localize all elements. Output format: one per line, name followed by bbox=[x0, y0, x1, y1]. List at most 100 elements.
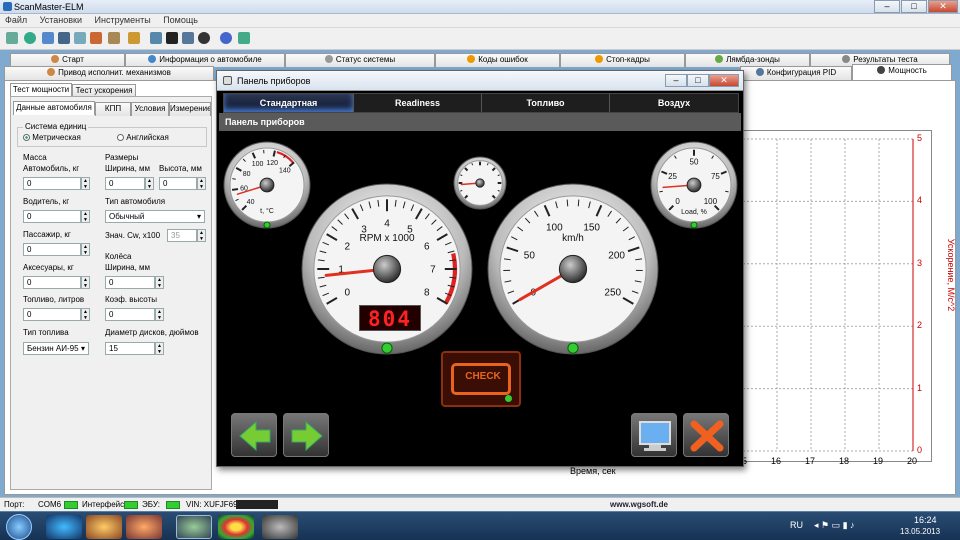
globe-icon[interactable] bbox=[24, 32, 36, 44]
rim-diameter-input[interactable]: 15 bbox=[105, 342, 155, 355]
menu-settings[interactable]: Установки bbox=[35, 14, 87, 26]
gauge-unit-label: Load, % bbox=[681, 209, 707, 216]
gauge-window-icon bbox=[223, 76, 232, 85]
image-icon[interactable] bbox=[182, 32, 194, 44]
record-icon[interactable] bbox=[198, 32, 210, 44]
start-orb-icon[interactable] bbox=[6, 514, 32, 540]
arrow-right-icon bbox=[291, 420, 323, 452]
height-coef-spinner[interactable]: ▲ ▼ bbox=[155, 308, 164, 321]
tab-start[interactable]: Старт bbox=[10, 53, 125, 67]
tab-accel-test[interactable]: Тест ускорения bbox=[72, 84, 136, 96]
accessories-mass-spinner[interactable]: ▲ ▼ bbox=[81, 276, 90, 289]
dash-close-button[interactable]: ✕ bbox=[709, 74, 739, 87]
cw-spinner[interactable]: ▲ ▼ bbox=[197, 229, 206, 242]
media-player-icon[interactable] bbox=[86, 515, 122, 539]
car-type-select[interactable]: Обычный bbox=[105, 210, 205, 223]
dashboard-icon[interactable] bbox=[42, 32, 54, 44]
car-mass-input[interactable]: 0 bbox=[23, 177, 81, 190]
tab-lambda-sensors[interactable]: Лямбда-зонды bbox=[685, 53, 810, 67]
car-mass-spinner[interactable]: ▲ ▼ bbox=[81, 177, 90, 190]
dash-tab-readiness[interactable]: Readiness bbox=[354, 94, 482, 112]
tab-vehicle-info[interactable]: Информация о автомобиле bbox=[125, 53, 285, 67]
subtab-gearbox[interactable]: КПП bbox=[95, 102, 131, 116]
table-icon[interactable] bbox=[58, 32, 70, 44]
gauge-tick-label: 50 bbox=[690, 158, 699, 167]
minimize-button[interactable]: – bbox=[874, 0, 900, 13]
height-coef-input[interactable]: 0 bbox=[105, 308, 155, 321]
dash-tab-fuel[interactable]: Топливо bbox=[482, 94, 610, 112]
passenger-mass-input[interactable]: 0 bbox=[23, 243, 81, 256]
toolbar bbox=[0, 28, 960, 50]
wheel-width-input[interactable]: 0 bbox=[105, 276, 155, 289]
width-input[interactable]: 0 bbox=[105, 177, 145, 190]
menu-bar: Файл Установки Инструменты Помощь bbox=[0, 14, 960, 28]
connect-icon[interactable] bbox=[6, 32, 18, 44]
dash-tab-air[interactable]: Воздух bbox=[610, 94, 738, 112]
close-button[interactable]: ✕ bbox=[928, 0, 958, 13]
chart-icon[interactable] bbox=[90, 32, 102, 44]
internet-explorer-icon[interactable] bbox=[46, 515, 82, 539]
tab-pid-config[interactable]: Конфигурация PID bbox=[740, 66, 852, 80]
dash-maximize-button[interactable]: □ bbox=[687, 74, 709, 87]
wheel-width-spinner[interactable]: ▲ ▼ bbox=[155, 276, 164, 289]
subtab-conditions[interactable]: Условия bbox=[131, 102, 169, 116]
driver-mass-spinner[interactable]: ▲ ▼ bbox=[81, 210, 90, 223]
chrome-icon[interactable] bbox=[218, 515, 254, 539]
subtab-vehicle-data[interactable]: Данные автомобиля bbox=[13, 101, 95, 115]
fuel-volume-input[interactable]: 0 bbox=[23, 308, 81, 321]
folder-icon[interactable] bbox=[126, 515, 162, 539]
actuator-icon bbox=[47, 68, 56, 76]
tab-power-test[interactable]: Тест мощности bbox=[10, 83, 72, 96]
tab-power[interactable]: Мощность bbox=[852, 64, 952, 80]
rim-diameter-spinner[interactable]: ▲ ▼ bbox=[155, 342, 164, 355]
menu-file[interactable]: Файл bbox=[0, 14, 32, 26]
rpm-digital-display: 804 bbox=[359, 305, 421, 331]
maximize-button[interactable]: □ bbox=[901, 0, 927, 13]
info-icon[interactable] bbox=[220, 32, 232, 44]
scanmaster-taskbar-icon[interactable] bbox=[176, 515, 212, 539]
accessories-mass-input[interactable]: 0 bbox=[23, 276, 81, 289]
accessories-mass-label: Аксесуары, кг bbox=[23, 263, 74, 272]
fuel-volume-spinner[interactable]: ▲ ▼ bbox=[81, 308, 90, 321]
cw-input[interactable]: 35 bbox=[167, 229, 197, 242]
forward-button[interactable] bbox=[283, 413, 329, 457]
metric-radio[interactable]: Метрическая bbox=[23, 133, 81, 142]
tab-freeze-frames[interactable]: Стоп-кадры bbox=[560, 53, 685, 67]
width-spinner[interactable]: ▲ ▼ bbox=[145, 177, 154, 190]
tray-icons[interactable]: ◂ ⚑ ▭ ▮ ♪ bbox=[814, 520, 855, 531]
menu-tools[interactable]: Инструменты bbox=[90, 14, 156, 26]
exit-button[interactable] bbox=[683, 413, 729, 457]
sensor-icon bbox=[715, 55, 724, 63]
dash-minimize-button[interactable]: – bbox=[665, 74, 687, 87]
check-label: CHECK bbox=[465, 371, 501, 382]
website-link[interactable]: www.wgsoft.de bbox=[610, 500, 668, 509]
grid-icon[interactable] bbox=[74, 32, 86, 44]
language-indicator[interactable]: RU bbox=[790, 520, 803, 530]
terminal-icon[interactable] bbox=[166, 32, 178, 44]
fuel-type-select[interactable]: Бензин АИ-95 bbox=[23, 342, 89, 355]
height-spinner[interactable]: ▲ ▼ bbox=[197, 177, 206, 190]
gauge-tick-label: 80 bbox=[243, 171, 251, 178]
back-button[interactable] bbox=[231, 413, 277, 457]
tab-error-codes[interactable]: Коды ошибок bbox=[435, 53, 560, 67]
dashboard-titlebar: Панель приборов – □ ✕ bbox=[217, 71, 743, 91]
passenger-mass-label: Пассажир, кг bbox=[23, 230, 71, 239]
menu-help[interactable]: Помощь bbox=[158, 14, 203, 26]
passenger-mass-spinner[interactable]: ▲ ▼ bbox=[81, 243, 90, 256]
height-input[interactable]: 0 bbox=[159, 177, 197, 190]
print-icon[interactable] bbox=[108, 32, 120, 44]
help-book-icon[interactable] bbox=[238, 32, 250, 44]
tools-icon[interactable] bbox=[128, 32, 140, 44]
dashboard-window[interactable]: Панель приборов – □ ✕ Стандартная Readin… bbox=[216, 70, 744, 467]
dash-tab-standard[interactable]: Стандартная bbox=[224, 94, 354, 112]
display-button[interactable] bbox=[631, 413, 677, 457]
tab-system-status[interactable]: Статус системы bbox=[285, 53, 435, 67]
driver-mass-input[interactable]: 0 bbox=[23, 210, 81, 223]
message-icon[interactable] bbox=[150, 32, 162, 44]
english-radio[interactable]: Английская bbox=[117, 133, 169, 142]
subtab-measurement[interactable]: Измерение bbox=[169, 102, 211, 116]
gauge-tick-label: 40 bbox=[247, 199, 255, 206]
tab-actuators[interactable]: Привод исполнит. механизмов bbox=[4, 66, 214, 80]
car-mass-label: Автомобиль, кг bbox=[23, 164, 80, 173]
chip-icon[interactable] bbox=[262, 515, 298, 539]
